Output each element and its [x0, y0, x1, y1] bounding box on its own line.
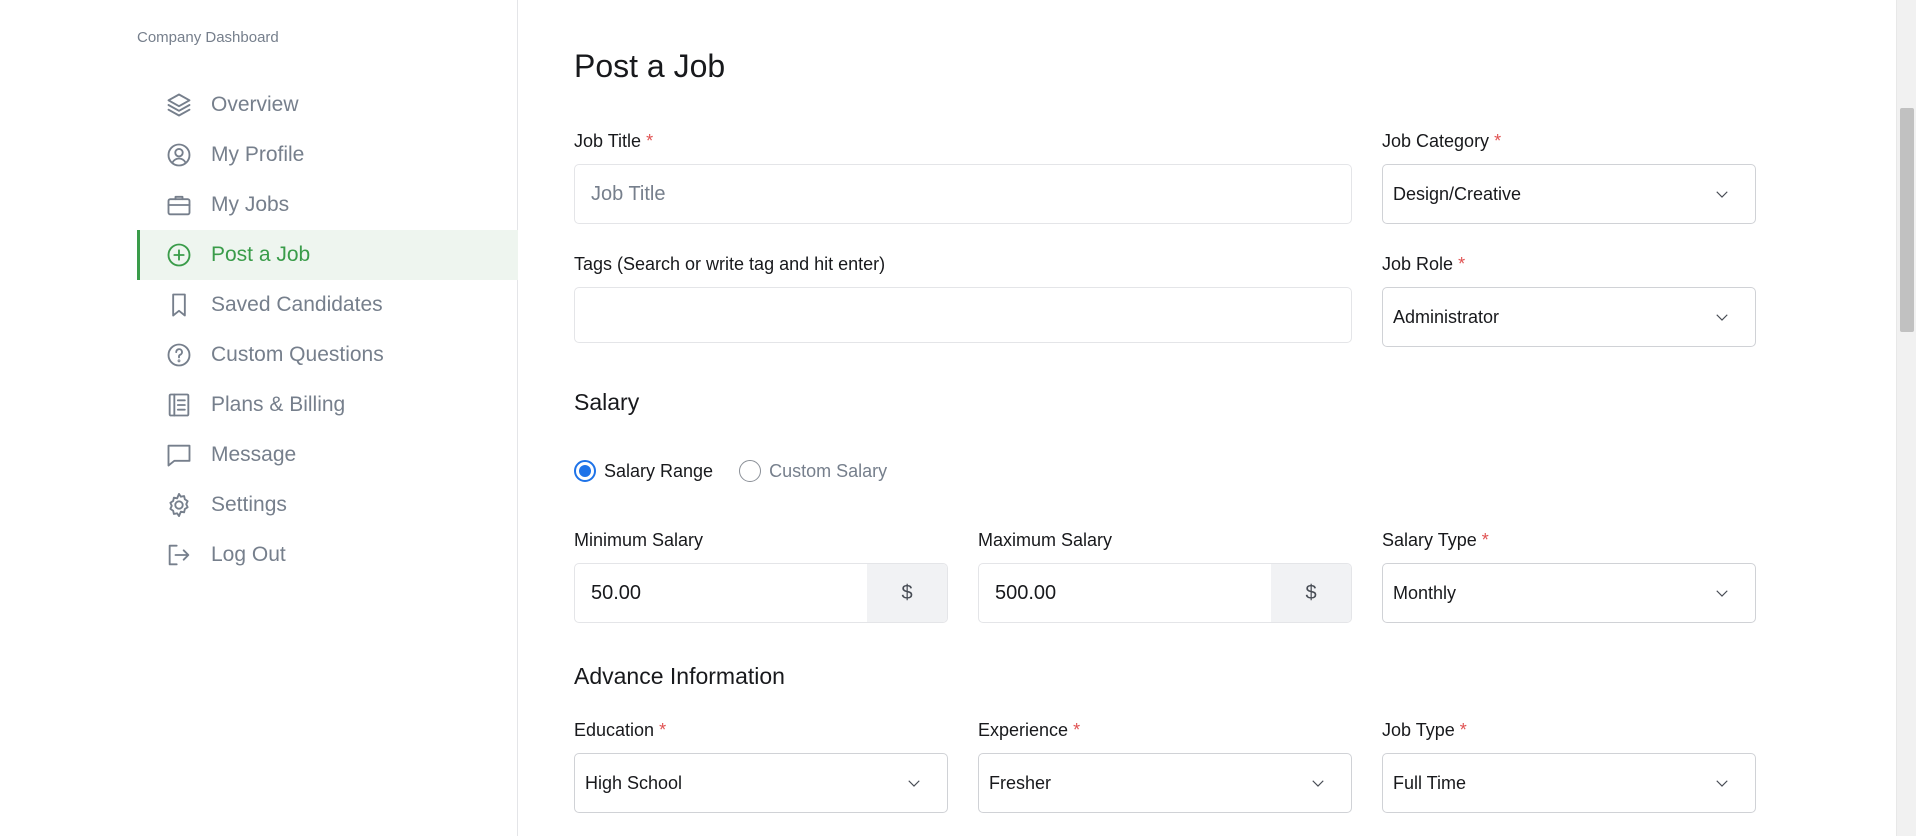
sidebar-item-label: Settings	[211, 493, 287, 516]
plus-circle-icon	[165, 241, 193, 269]
job-type-field: Job Type * Full Time	[1382, 719, 1756, 813]
education-select[interactable]: High School	[574, 753, 948, 813]
user-circle-icon	[165, 141, 193, 169]
sidebar-item-saved-candidates[interactable]: Saved Candidates	[137, 280, 518, 330]
chevron-down-icon	[1713, 308, 1731, 326]
sidebar-item-overview[interactable]: Overview	[137, 80, 518, 130]
currency-addon: $	[867, 564, 947, 622]
sidebar-item-label: Overview	[211, 93, 299, 116]
maximum-salary-field: Maximum Salary 500.00 $	[978, 529, 1352, 623]
sidebar-item-label: Log Out	[211, 543, 286, 566]
page-scrollbar[interactable]	[1896, 0, 1916, 836]
advance-info-section-title: Advance Information	[574, 663, 785, 689]
job-category-select[interactable]: Design/Creative	[1382, 164, 1756, 224]
salary-type-label: Salary Type *	[1382, 530, 1489, 550]
scrollbar-thumb[interactable]	[1900, 108, 1914, 332]
custom-salary-label: Custom Salary	[769, 460, 888, 481]
logout-icon	[165, 541, 193, 569]
education-label: Education *	[574, 720, 667, 740]
radio-indicator	[739, 460, 762, 482]
notebook-icon	[165, 391, 193, 419]
sidebar-item-label: My Profile	[211, 143, 305, 166]
sidebar-caption: Company Dashboard	[137, 29, 279, 46]
layers-icon	[165, 91, 193, 119]
chevron-down-icon	[1309, 774, 1327, 792]
sidebar: Company Dashboard Overview My Profile My…	[0, 0, 518, 836]
job-role-label: Job Role *	[1382, 254, 1466, 274]
chevron-down-icon	[1713, 185, 1731, 203]
job-role-select[interactable]: Administrator	[1382, 287, 1756, 347]
maximum-salary-value: 500.00	[995, 581, 1057, 604]
sidebar-item-label: Plans & Billing	[211, 393, 346, 416]
sidebar-item-my-jobs[interactable]: My Jobs	[137, 180, 518, 230]
maximum-salary-input[interactable]: 500.00 $	[978, 563, 1352, 623]
experience-label: Experience *	[978, 720, 1081, 740]
sidebar-item-settings[interactable]: Settings	[137, 480, 518, 530]
sidebar-item-label: Custom Questions	[211, 343, 384, 366]
job-title-label: Job Title *	[574, 131, 654, 151]
education-value: High School	[585, 772, 683, 793]
job-title-input[interactable]: Job Title	[574, 164, 1352, 224]
job-category-label: Job Category *	[1382, 131, 1502, 151]
experience-select[interactable]: Fresher	[978, 753, 1352, 813]
sidebar-nav: Overview My Profile My Jobs Post a Job S…	[137, 80, 518, 580]
radio-indicator	[574, 460, 596, 482]
job-type-label: Job Type *	[1382, 720, 1467, 740]
salary-section-title: Salary	[574, 389, 640, 415]
salary-type-select[interactable]: Monthly	[1382, 563, 1756, 623]
job-type-select[interactable]: Full Time	[1382, 753, 1756, 813]
sidebar-item-label: Saved Candidates	[211, 293, 383, 316]
experience-field: Experience * Fresher	[978, 719, 1352, 813]
sidebar-item-log-out[interactable]: Log Out	[137, 530, 518, 580]
chevron-down-icon	[1713, 584, 1731, 602]
job-role-field: Job Role * Administrator	[1382, 253, 1756, 347]
job-type-value: Full Time	[1393, 772, 1467, 793]
salary-range-radio[interactable]: Salary Range	[574, 460, 713, 482]
bookmark-icon	[165, 291, 193, 319]
tags-label: Tags (Search or write tag and hit enter)	[574, 254, 886, 274]
chevron-down-icon	[905, 774, 923, 792]
question-circle-icon	[165, 341, 193, 369]
sidebar-item-my-profile[interactable]: My Profile	[137, 130, 518, 180]
sidebar-item-label: My Jobs	[211, 193, 290, 216]
chat-icon	[165, 441, 193, 469]
minimum-salary-value: 50.00	[591, 581, 642, 604]
gear-icon	[165, 491, 193, 519]
post-job-form: Post a Job Job Title * Job Title Job Cat…	[574, 0, 1756, 836]
minimum-salary-field: Minimum Salary 50.00 $	[574, 529, 948, 623]
experience-value: Fresher	[989, 772, 1052, 793]
chevron-down-icon	[1713, 774, 1731, 792]
tags-input[interactable]	[574, 287, 1352, 343]
maximum-salary-label: Maximum Salary	[978, 530, 1113, 550]
sidebar-item-custom-questions[interactable]: Custom Questions	[137, 330, 518, 380]
sidebar-item-post-a-job[interactable]: Post a Job	[137, 230, 518, 280]
page-title: Post a Job	[574, 48, 726, 84]
salary-type-field: Salary Type * Monthly	[1382, 529, 1756, 623]
sidebar-item-label: Message	[211, 443, 297, 466]
sidebar-item-message[interactable]: Message	[137, 430, 518, 480]
custom-salary-radio[interactable]: Custom Salary	[739, 460, 887, 482]
minimum-salary-input[interactable]: 50.00 $	[574, 563, 948, 623]
education-field: Education * High School	[574, 719, 948, 813]
minimum-salary-label: Minimum Salary	[574, 530, 704, 550]
tags-field: Tags (Search or write tag and hit enter)	[574, 253, 1352, 343]
sidebar-item-plans-billing[interactable]: Plans & Billing	[137, 380, 518, 430]
currency-addon: $	[1271, 564, 1351, 622]
salary-mode-radios: Salary Range Custom Salary	[574, 460, 887, 482]
job-category-field: Job Category * Design/Creative	[1382, 130, 1756, 224]
job-category-value: Design/Creative	[1393, 183, 1522, 204]
job-role-value: Administrator	[1393, 306, 1500, 327]
salary-type-value: Monthly	[1393, 582, 1457, 603]
sidebar-item-label: Post a Job	[211, 243, 311, 266]
briefcase-icon	[165, 191, 193, 219]
job-title-field: Job Title * Job Title	[574, 130, 1352, 224]
salary-range-label: Salary Range	[604, 460, 714, 481]
